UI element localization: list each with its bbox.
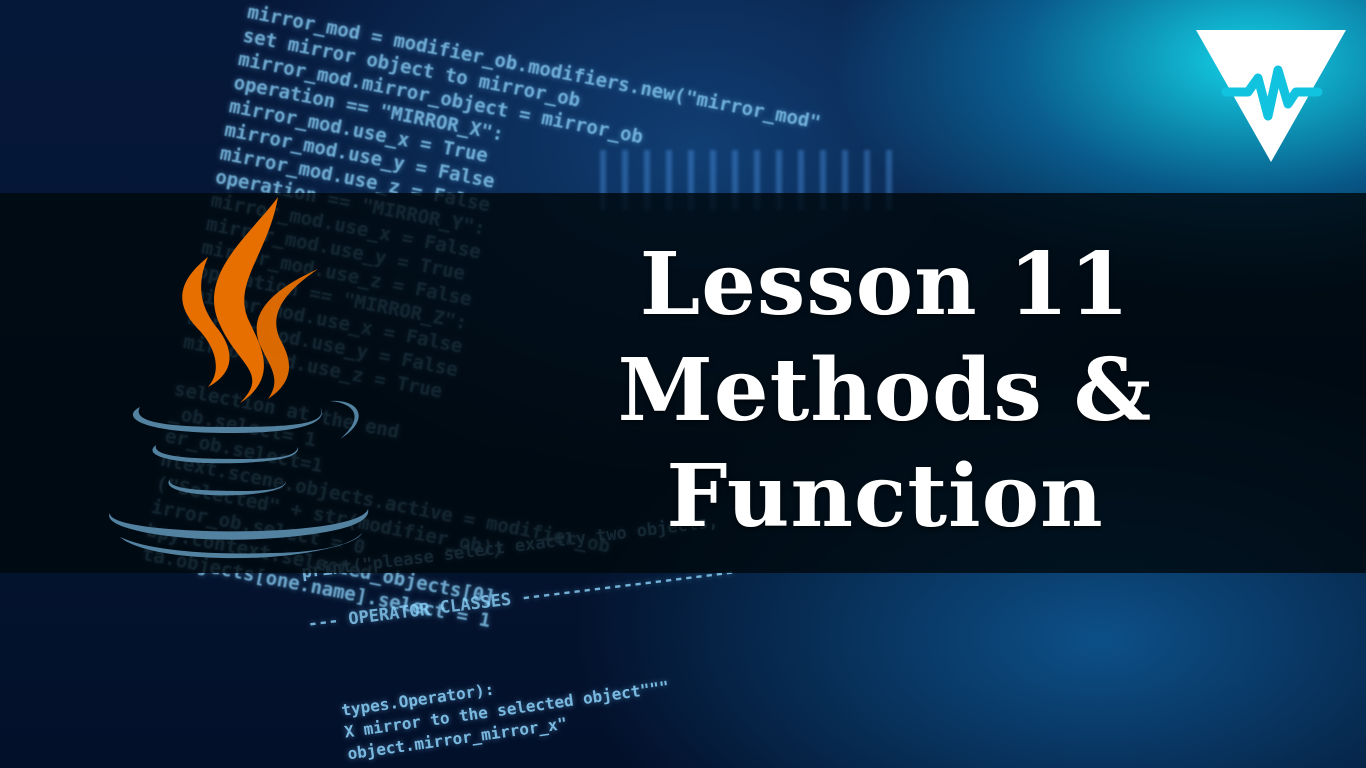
code-line: set mirror object to mirror_ob — [241, 24, 583, 112]
code-line: mirror_mod.mirror_object = mirror_ob — [236, 48, 645, 149]
code-line: types.Operator): — [340, 679, 496, 720]
thumbnail-canvas: mirror_mod = modifier_ob.modifiers.new("… — [0, 0, 1366, 768]
code-line: mirror_mod = modifier_ob.modifiers.new("… — [245, 0, 823, 134]
code-block-bottom: types.Operator): X mirror to the selected… — [340, 654, 674, 765]
code-line: operation == "MIRROR_X": — [231, 71, 506, 146]
title-line-1: Lesson 11 — [639, 234, 1131, 335]
title-line-2: Methods & — [617, 340, 1153, 441]
title-line-3: Function — [666, 446, 1104, 547]
lesson-title: Lesson 11 Methods & Function — [480, 232, 1290, 550]
code-line: object.mirror_mirror_x" — [346, 713, 569, 764]
code-line: X mirror to the selected object""" — [343, 677, 671, 742]
brand-logo-icon — [1196, 30, 1346, 162]
java-cup-icon — [109, 197, 369, 559]
